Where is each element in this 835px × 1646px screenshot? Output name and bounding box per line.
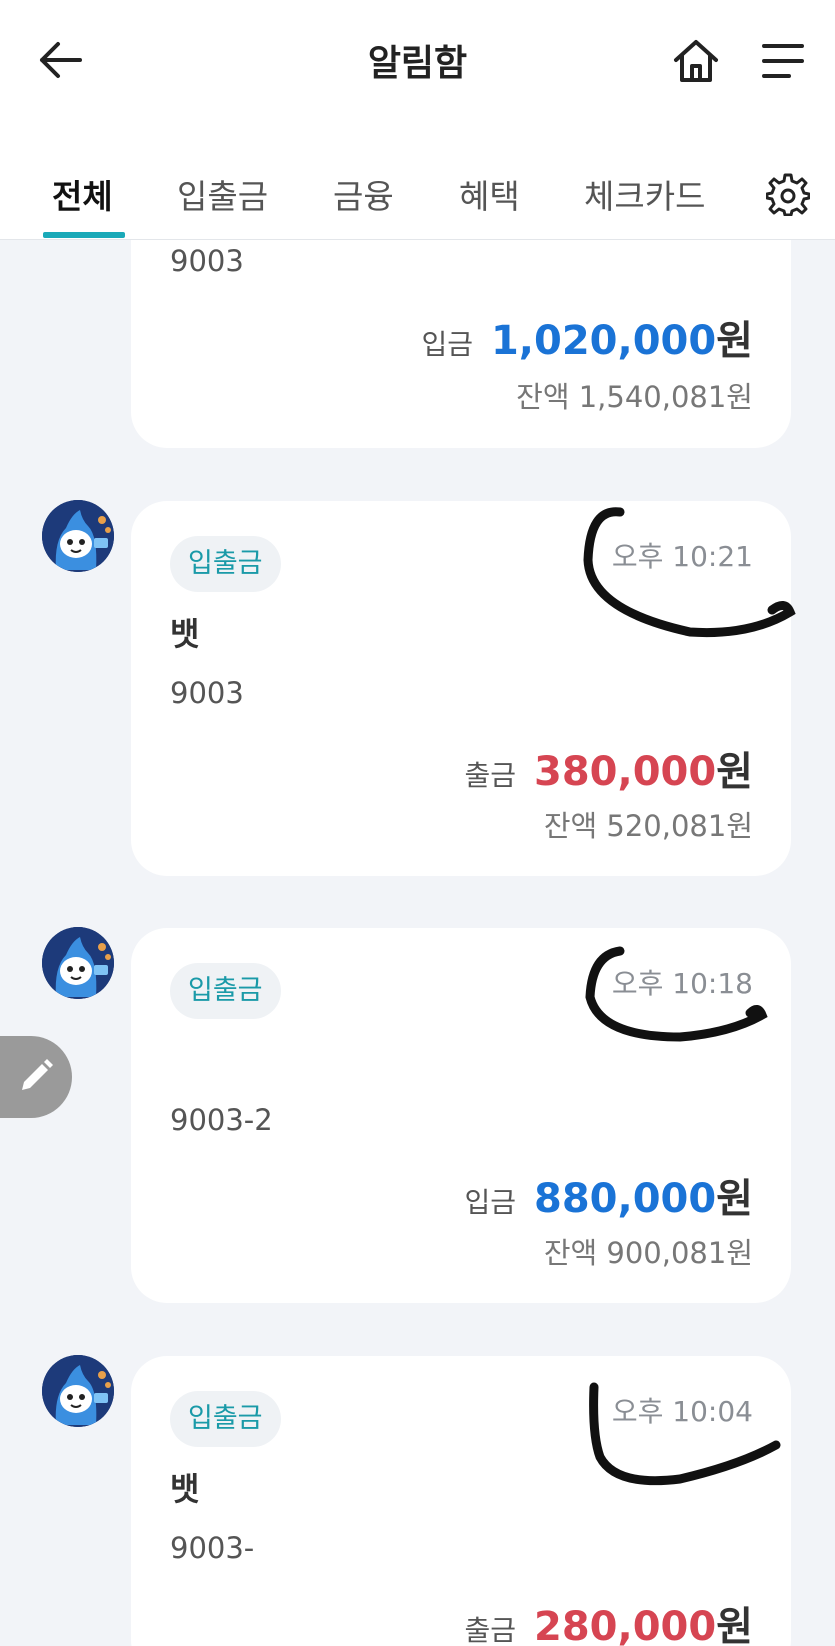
home-icon bbox=[674, 40, 718, 82]
edit-button[interactable] bbox=[0, 1036, 72, 1118]
tab-check-card[interactable]: 체크카드 bbox=[584, 170, 705, 218]
tab-deposit-withdrawal[interactable]: 입출금 bbox=[177, 170, 268, 218]
account-number: 9003 bbox=[170, 244, 244, 278]
account-number: 9003-2 bbox=[170, 1103, 273, 1137]
avatar bbox=[42, 1355, 114, 1427]
settings-button[interactable] bbox=[765, 172, 811, 217]
active-tab-indicator bbox=[43, 232, 125, 238]
tab-all[interactable]: 전체 bbox=[52, 170, 113, 218]
amount-row: 출금 280,000원 bbox=[464, 1594, 753, 1646]
amount-row: 입금 1,020,000원 bbox=[421, 308, 753, 366]
transaction-type: 입금 bbox=[464, 1186, 516, 1219]
notification-time: 오후 10:21 bbox=[611, 540, 753, 573]
transaction-type: 출금 bbox=[464, 1614, 516, 1646]
balance-text: 잔액 900,081원 bbox=[543, 1236, 753, 1270]
mascot-icon bbox=[42, 500, 114, 572]
notification-card[interactable]: 입출금 오후 10:21 뱃 9003 출금 380,000원 잔액 520,08… bbox=[131, 501, 791, 876]
amount-row: 출금 380,000원 bbox=[464, 739, 753, 797]
counterparty-name: 뱃 bbox=[170, 1470, 200, 1508]
pencil-icon bbox=[22, 1059, 53, 1090]
notification-card[interactable]: 입출금 오후 10:18 9003-2 입금 880,000원 잔액 900,08… bbox=[131, 928, 791, 1303]
app-header: 알림함 전체 입출금 금융 혜택 체크카드 bbox=[0, 0, 835, 240]
tab-finance[interactable]: 금융 bbox=[333, 170, 394, 218]
category-chip: 입출금 bbox=[170, 1391, 281, 1447]
currency-unit: 원 bbox=[716, 318, 753, 364]
avatar bbox=[42, 927, 114, 999]
amount-value: 1,020,000 bbox=[490, 318, 717, 364]
hamburger-menu-icon bbox=[762, 44, 804, 78]
amount-row: 입금 880,000원 bbox=[464, 1166, 753, 1224]
transaction-type: 출금 bbox=[464, 759, 516, 792]
amount-value: 280,000 bbox=[534, 1604, 717, 1646]
tab-benefits[interactable]: 혜택 bbox=[459, 170, 520, 218]
notification-card[interactable]: 입출금 오후 10:04 뱃 9003- 출금 280,000원 bbox=[131, 1356, 791, 1646]
mascot-icon bbox=[42, 1355, 114, 1427]
avatar bbox=[42, 500, 114, 572]
account-number: 9003 bbox=[170, 676, 244, 710]
currency-unit: 원 bbox=[716, 749, 753, 795]
notification-time: 오후 10:18 bbox=[611, 967, 753, 1000]
category-chip: 입출금 bbox=[170, 963, 281, 1019]
amount-value: 380,000 bbox=[534, 749, 717, 795]
home-button[interactable] bbox=[665, 32, 727, 90]
balance-text: 잔액 1,540,081원 bbox=[516, 380, 753, 414]
balance-text: 잔액 520,081원 bbox=[543, 809, 753, 843]
amount-value: 880,000 bbox=[534, 1176, 717, 1222]
category-tabs: 전체 입출금 금융 혜택 체크카드 bbox=[0, 160, 835, 240]
gear-icon bbox=[765, 173, 811, 217]
menu-button[interactable] bbox=[752, 34, 814, 88]
counterparty-name: 뱃 bbox=[170, 615, 200, 653]
mascot-icon bbox=[42, 927, 114, 999]
transaction-type: 입금 bbox=[421, 328, 473, 361]
currency-unit: 원 bbox=[716, 1176, 753, 1222]
account-number: 9003- bbox=[170, 1531, 255, 1565]
currency-unit: 원 bbox=[716, 1604, 753, 1646]
notification-time: 오후 10:04 bbox=[611, 1395, 753, 1428]
category-chip: 입출금 bbox=[170, 536, 281, 592]
